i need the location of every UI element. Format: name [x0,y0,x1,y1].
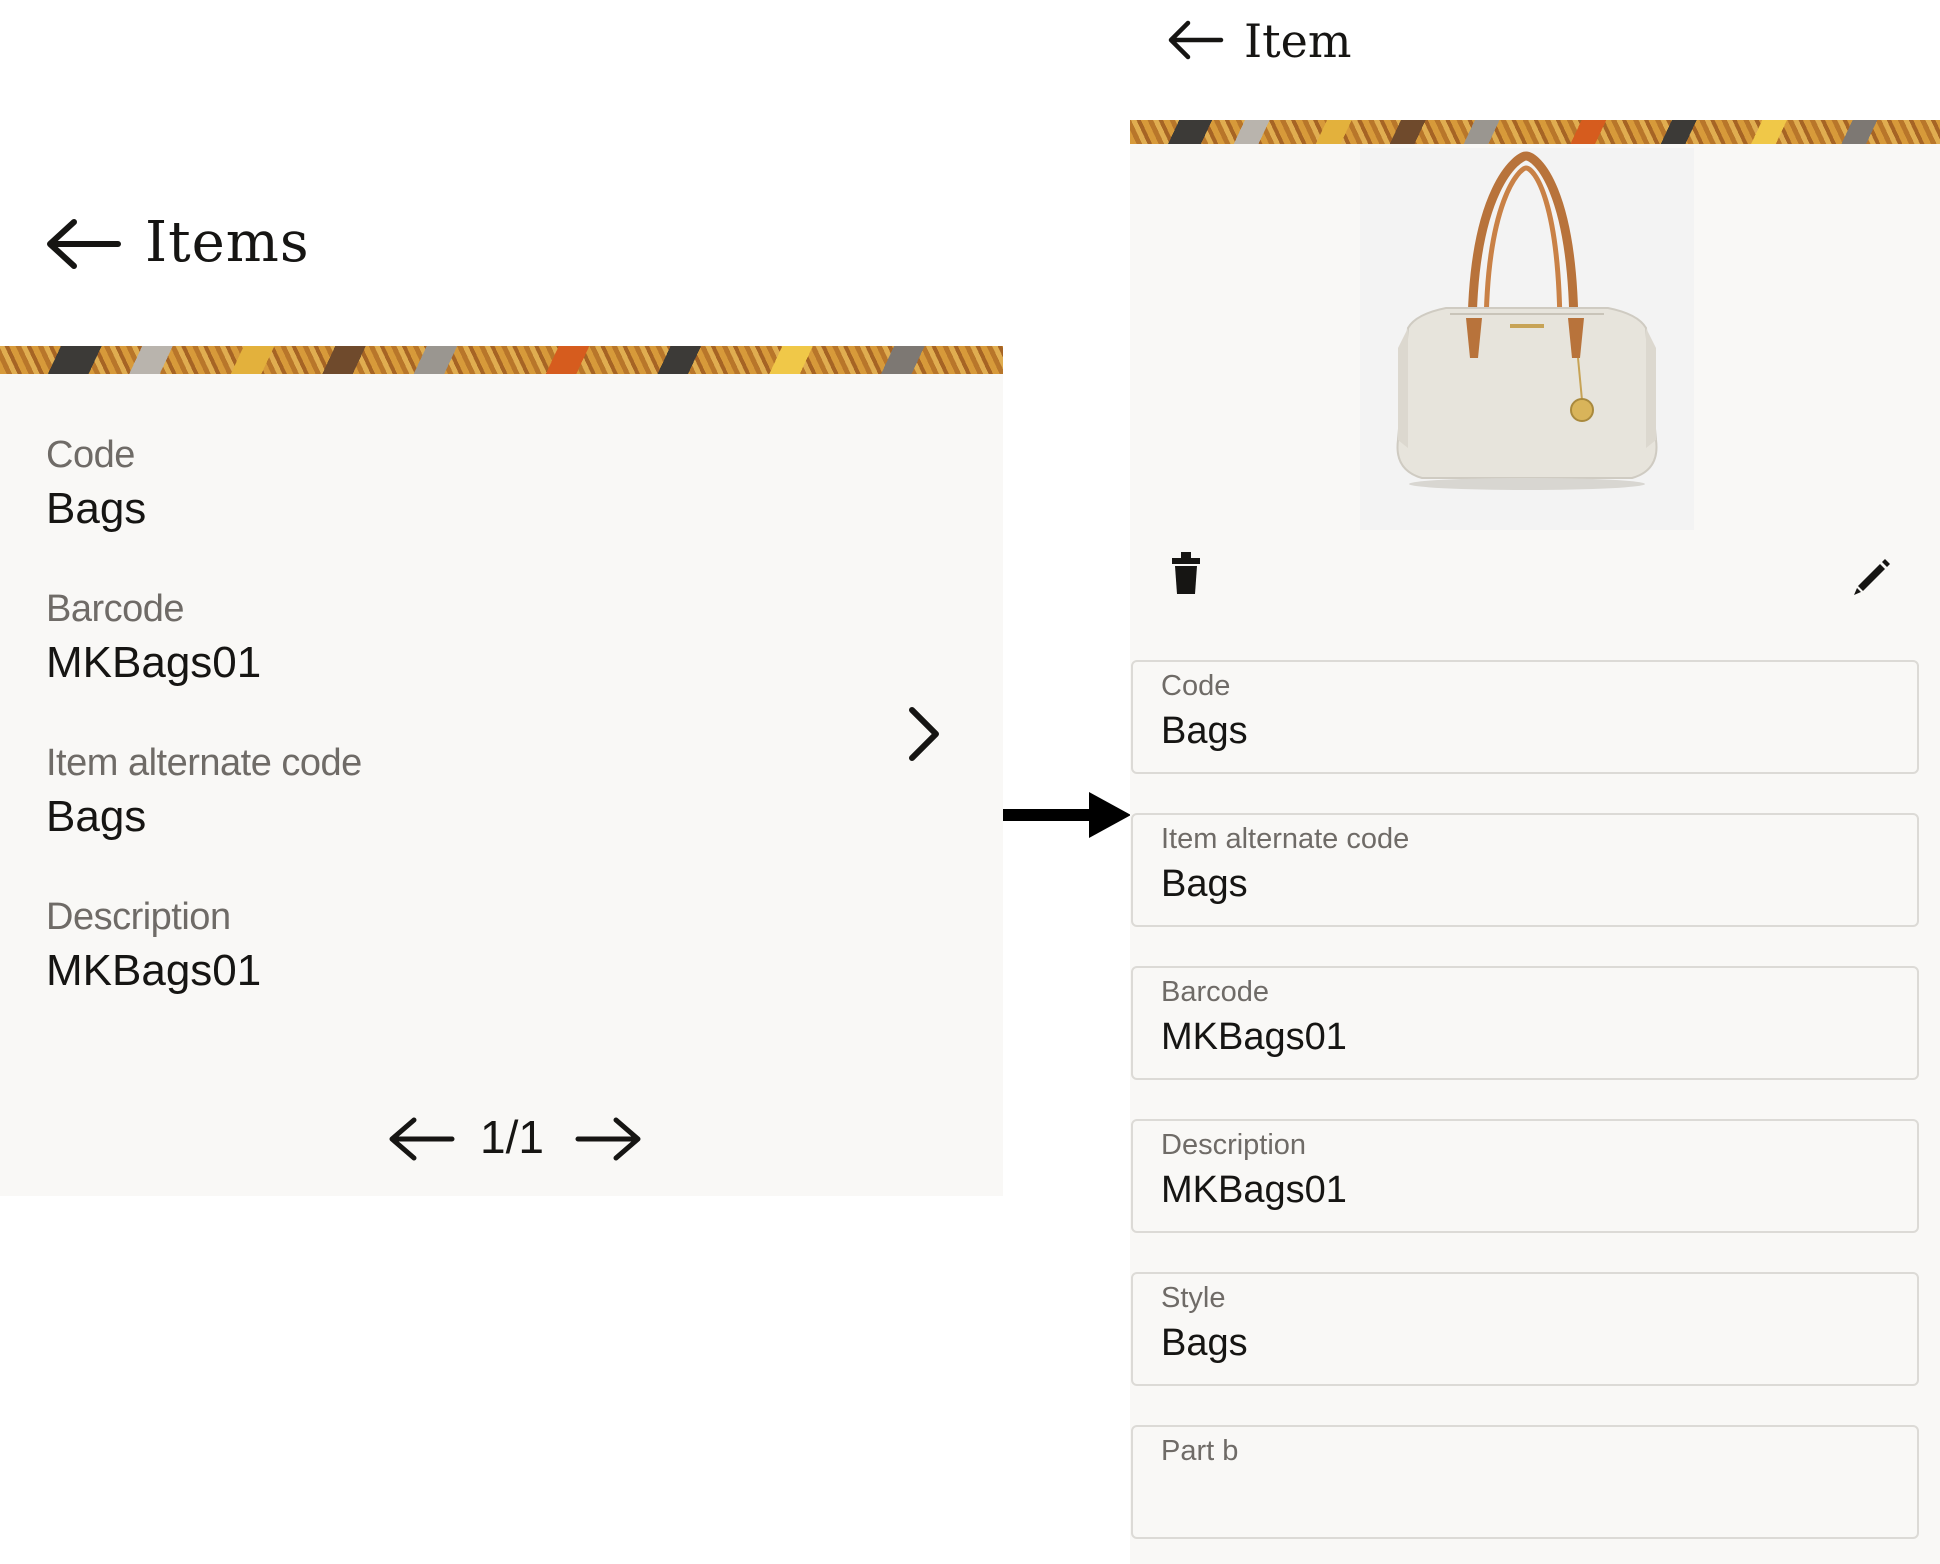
code-value: Bags [46,484,147,533]
code-label: Code [46,434,135,476]
decorative-banner [1130,120,1940,144]
description-field: Description MKBags01 [1131,1119,1919,1233]
barcode-value: MKBags01 [1161,1016,1347,1058]
transition-arrow-icon [1003,792,1131,838]
code-field: Code Bags [1131,660,1919,774]
item-alternate-code-label: Item alternate code [46,742,362,784]
page-indicator: 1/1 [480,1111,544,1163]
back-arrow-icon[interactable] [46,218,122,270]
item-alternate-code-label: Item alternate code [1161,823,1410,855]
barcode-field: Barcode MKBags01 [1131,966,1919,1080]
item-list-card[interactable] [0,374,1003,1196]
chevron-right-icon[interactable] [904,706,944,762]
style-field: Style Bags [1131,1272,1919,1386]
barcode-value: MKBags01 [46,638,262,687]
style-label: Style [1161,1282,1226,1314]
code-label: Code [1161,670,1231,702]
description-label: Description [46,896,231,938]
page-title: Items [145,210,310,275]
part-b-label: Part b [1161,1435,1239,1467]
previous-page-icon[interactable] [388,1116,456,1162]
item-alternate-code-value: Bags [46,792,147,841]
code-value: Bags [1161,710,1248,752]
description-value: MKBags01 [1161,1169,1347,1211]
back-arrow-icon[interactable] [1168,20,1224,60]
page-title: Item [1244,14,1352,68]
trash-icon[interactable] [1170,552,1202,594]
next-page-icon[interactable] [574,1116,642,1162]
product-image [1360,148,1694,530]
part-b-field: Part b [1131,1425,1919,1539]
pencil-icon[interactable] [1852,556,1892,596]
item-alternate-code-field: Item alternate code Bags [1131,813,1919,927]
barcode-label: Barcode [1161,976,1270,1008]
barcode-label: Barcode [46,588,185,630]
decorative-banner [0,346,1003,374]
style-value: Bags [1161,1322,1248,1364]
item-alternate-code-value: Bags [1161,863,1248,905]
description-label: Description [1161,1129,1307,1161]
description-value: MKBags01 [46,946,262,995]
